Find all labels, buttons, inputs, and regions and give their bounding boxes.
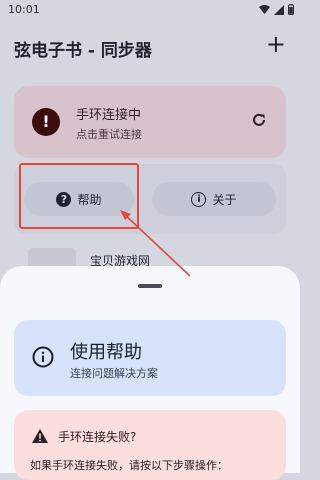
app-bar: 弦电子书 - 同步器 + bbox=[0, 20, 300, 76]
connection-failed-text: 如果手环连接失败，请按以下步骤操作： bbox=[30, 459, 228, 472]
status-time: 10:01 bbox=[8, 3, 40, 16]
connection-failed-card: 手环连接失败? 如果手环连接失败，请按以下步骤操作： bbox=[14, 410, 286, 480]
warning-icon bbox=[32, 429, 48, 443]
app-title: 弦电子书 - 同步器 bbox=[14, 41, 152, 61]
refresh-icon[interactable] bbox=[250, 111, 268, 129]
battery-icon bbox=[288, 4, 294, 15]
wifi-icon bbox=[259, 5, 270, 14]
sheet-drag-handle[interactable] bbox=[138, 284, 162, 288]
usage-help-title: 使用帮助 bbox=[70, 342, 142, 363]
help-button-highlight bbox=[19, 163, 139, 229]
status-icons bbox=[259, 4, 294, 15]
info-icon bbox=[32, 346, 54, 368]
connection-status-title: 手环连接中 bbox=[76, 108, 142, 123]
info-icon: i bbox=[191, 191, 207, 207]
connection-status-card[interactable]: ! 手环连接中 点击重试连接 bbox=[14, 86, 286, 158]
connection-status-subtitle: 点击重试连接 bbox=[76, 128, 142, 141]
status-bar: 10:01 bbox=[0, 0, 300, 20]
add-button[interactable]: + bbox=[266, 32, 286, 56]
error-icon: ! bbox=[32, 108, 60, 136]
about-button-label: 关于 bbox=[212, 192, 237, 207]
signal-icon bbox=[274, 4, 284, 15]
about-button[interactable]: i 关于 bbox=[152, 182, 276, 216]
usage-help-subtitle: 连接问题解决方案 bbox=[70, 367, 158, 380]
usage-help-card: 使用帮助 连接问题解决方案 bbox=[14, 320, 286, 396]
connection-failed-title: 手环连接失败? bbox=[58, 430, 137, 444]
